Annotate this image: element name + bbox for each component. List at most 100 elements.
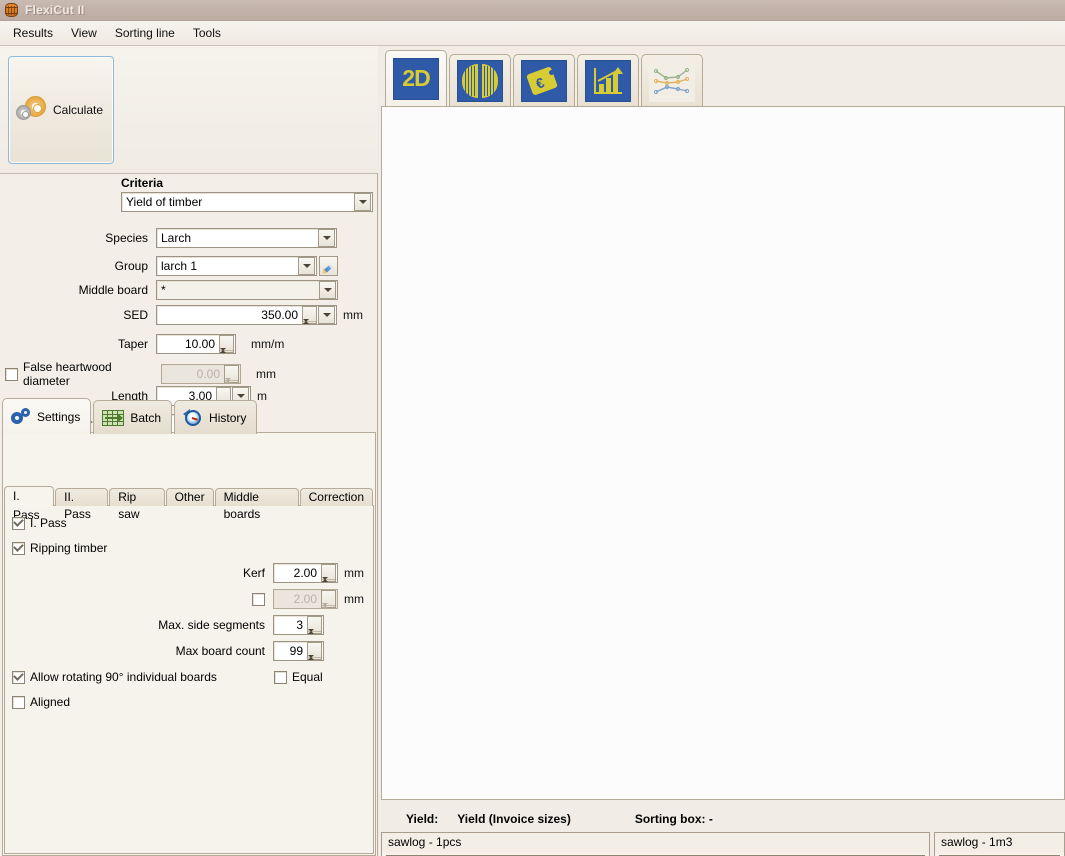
chevron-down-icon[interactable] (318, 306, 335, 324)
calculate-button[interactable]: Calculate (8, 56, 114, 164)
species-row: Species Larch (0, 228, 374, 248)
gears-blue-icon (11, 407, 31, 426)
equal-checkbox[interactable] (274, 670, 287, 684)
kerf-label: Kerf (242, 566, 265, 580)
species-select[interactable]: Larch (156, 228, 337, 248)
sub-tab-strip: I. Pass II. Pass Rip saw Other Middle bo… (4, 486, 374, 522)
results-panel-left: sawlog - 1pcs Volume [m3] Price [EUR] (381, 832, 930, 856)
i-pass-checkbox-row: I. Pass (12, 516, 67, 530)
tab-settings[interactable]: Settings (2, 398, 92, 434)
chevron-down-icon[interactable] (319, 281, 336, 299)
kerf-input[interactable]: 2.00 (273, 563, 338, 594)
right-panel: 2D € Yield: Yield (Invoice sizes) Sortin… (379, 46, 1065, 856)
kerf2-value: 2.00 (293, 592, 317, 606)
false-heartwood-label: False heartwood diameter (23, 360, 112, 388)
subtab-other[interactable]: Other (165, 488, 214, 506)
false-heartwood-checkbox[interactable] (5, 367, 18, 381)
group-value: larch 1 (161, 259, 198, 273)
allow-rotating-checkbox-row: Allow rotating 90° individual boards (12, 670, 217, 684)
sorting-box-label: Sorting box: - (634, 812, 713, 826)
yield-label: Yield: (406, 812, 439, 826)
group-label: Group (114, 259, 148, 273)
max-board-count-input[interactable]: 99 (273, 641, 324, 672)
menu-item-sorting-line[interactable]: Sorting line (106, 23, 184, 43)
aligned-checkbox-row: Aligned (12, 695, 70, 709)
kerf2-unit: mm (344, 592, 364, 606)
tab-history-label: History (209, 410, 247, 425)
view-tab-log-section[interactable] (449, 54, 511, 106)
taper-unit: mm/m (251, 337, 285, 351)
menu-item-tools[interactable]: Tools (184, 23, 230, 43)
false-heartwood-unit: mm (256, 367, 276, 381)
max-board-count-row: Max board count 99 (100, 641, 324, 672)
results-panel-left-title: sawlog - 1pcs (382, 833, 929, 853)
max-side-segments-stepper[interactable] (307, 616, 322, 646)
kerf2-input: 2.00 (273, 589, 338, 620)
kerf-stepper[interactable] (321, 564, 336, 594)
log-section-icon (457, 59, 503, 102)
chevron-down-icon[interactable] (354, 193, 371, 211)
group-select[interactable]: larch 1 (156, 256, 317, 276)
menu-item-results[interactable]: Results (4, 23, 62, 43)
sed-row: SED 350.00 mm (0, 305, 374, 336)
subtab-rip-saw[interactable]: Rip saw (109, 488, 165, 521)
title-bar: FlexiCut II (0, 0, 1065, 21)
chevron-down-icon[interactable] (298, 257, 315, 275)
pencil-icon[interactable] (319, 256, 338, 276)
view-tab-chart[interactable] (577, 54, 639, 106)
equal-checkbox-row: Equal (274, 670, 323, 684)
group-row: Group larch 1 (0, 256, 374, 276)
equal-label: Equal (292, 670, 323, 684)
subtab-ii-pass[interactable]: II. Pass (55, 488, 109, 521)
2d-icon: 2D (393, 57, 439, 100)
tab-batch[interactable]: Batch (93, 400, 173, 434)
2d-icon-label: 2D (402, 65, 430, 91)
kerf-row: Kerf 2.00 mm (160, 563, 364, 594)
view-tab-line-chart[interactable] (641, 54, 703, 106)
kerf-value: 2.00 (293, 566, 317, 580)
sed-label: SED (123, 308, 148, 322)
taper-input[interactable]: 10.00 (156, 334, 236, 365)
view-tab-2d[interactable]: 2D (385, 50, 447, 106)
max-side-segments-label: Max. side segments (158, 618, 265, 632)
barrel-icon (4, 2, 19, 18)
ripping-timber-checkbox[interactable] (12, 541, 25, 555)
taper-row: Taper 10.00 mm/m (0, 334, 374, 365)
false-heartwood-row: False heartwood diameter 0.00 mm (0, 360, 374, 395)
drawing-canvas[interactable] (381, 106, 1065, 800)
line-chart-icon (649, 59, 695, 102)
taper-stepper[interactable] (219, 335, 234, 365)
sed-stepper[interactable] (302, 306, 317, 336)
kerf-unit: mm (344, 566, 364, 580)
bar-chart-icon (585, 59, 631, 102)
sed-value: 350.00 (261, 308, 298, 322)
i-pass-checkbox[interactable] (12, 516, 25, 530)
menu-item-view[interactable]: View (62, 23, 106, 43)
results-panel-right-title: sawlog - 1m3 (935, 833, 1064, 853)
aligned-label: Aligned (30, 695, 71, 709)
kerf2-stepper (321, 590, 336, 620)
max-side-segments-input[interactable]: 3 (273, 615, 324, 646)
subtab-correction[interactable]: Correction (299, 488, 373, 506)
status-bar: Yield: Yield (Invoice sizes) Sorting box… (379, 808, 1065, 830)
allow-rotating-checkbox[interactable] (12, 670, 25, 684)
false-heartwood-stepper (224, 365, 239, 395)
max-board-count-stepper[interactable] (307, 642, 322, 672)
grid-arrow-icon (102, 409, 125, 426)
menu-bar: Results View Sorting line Tools (0, 21, 1065, 46)
aligned-checkbox[interactable] (12, 695, 25, 709)
middle-board-select[interactable]: * (156, 280, 338, 300)
view-tab-price[interactable]: € (513, 54, 575, 106)
criteria-select[interactable]: Yield of timber (121, 192, 373, 212)
max-side-segments-row: Max. side segments 3 (100, 615, 324, 646)
tab-history[interactable]: History (174, 400, 258, 434)
middle-board-row: Middle board * (0, 280, 374, 300)
kerf2-row: 2.00 mm (160, 589, 364, 620)
window-title: FlexiCut II (25, 3, 85, 17)
subtab-middle-boards[interactable]: Middle boards (214, 488, 299, 521)
subtab-i-pass[interactable]: I. Pass (4, 486, 55, 522)
kerf2-checkbox[interactable] (252, 592, 265, 606)
chevron-down-icon[interactable] (318, 229, 335, 247)
sed-input[interactable]: 350.00 (156, 305, 337, 336)
sed-unit: mm (343, 308, 363, 322)
